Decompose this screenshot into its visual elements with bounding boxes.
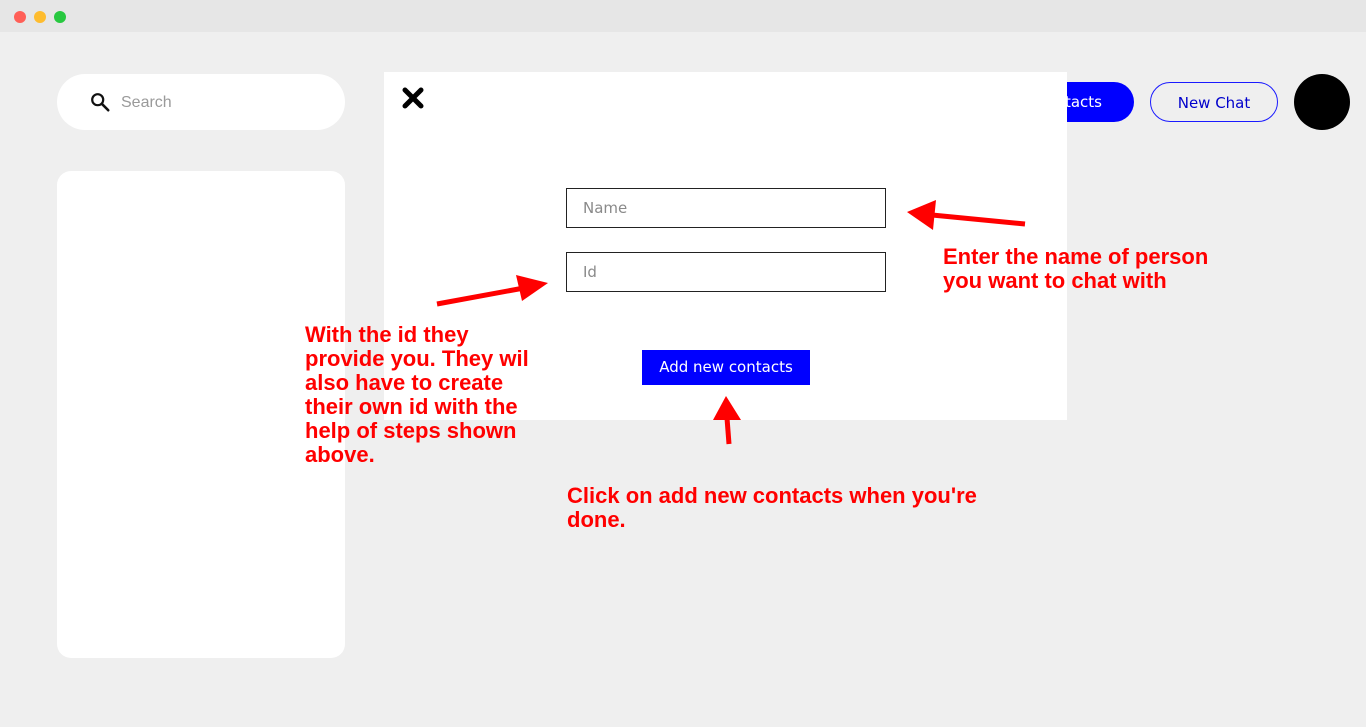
search-input[interactable] — [119, 90, 323, 116]
window-titlebar — [0, 0, 1366, 32]
close-icon[interactable] — [401, 86, 425, 110]
search-bar[interactable] — [57, 74, 345, 130]
window-minimize-button[interactable] — [34, 11, 46, 23]
name-field[interactable] — [566, 188, 886, 228]
search-icon — [91, 93, 110, 112]
name-field-annotation: Enter the name of person you want to cha… — [943, 244, 1209, 293]
add-new-contacts-button[interactable]: Add new contacts — [642, 350, 810, 385]
avatar[interactable] — [1294, 74, 1350, 130]
id-field-annotation: With the id they provide you. They wil a… — [305, 322, 529, 467]
add-button-annotation: Click on add new contacts when you're do… — [567, 483, 977, 532]
id-field[interactable] — [566, 252, 886, 292]
conversation-list-panel — [57, 171, 345, 658]
window-maximize-button[interactable] — [54, 11, 66, 23]
window-close-button[interactable] — [14, 11, 26, 23]
new-chat-button[interactable]: New Chat — [1150, 82, 1278, 122]
